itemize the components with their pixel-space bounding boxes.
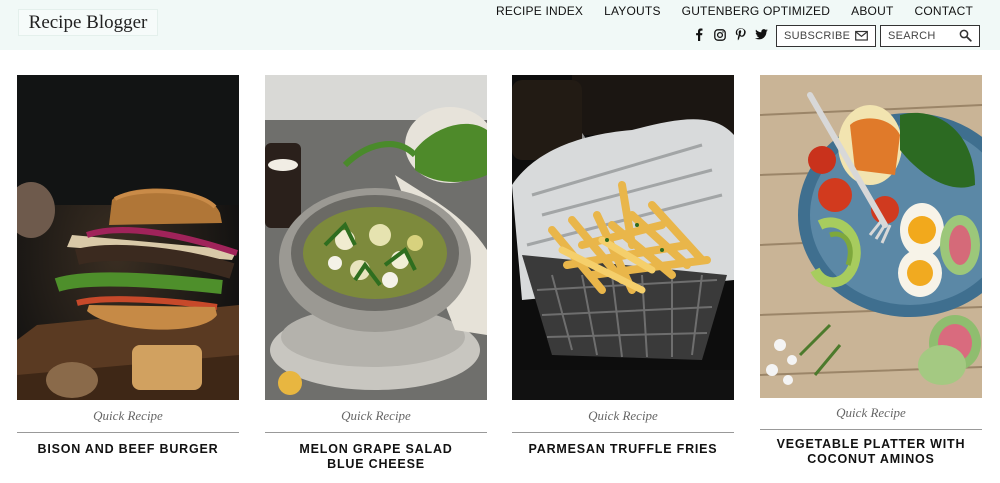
envelope-icon [855,29,868,42]
nav-layouts[interactable]: LAYOUTS [604,4,661,18]
recipe-category: Quick Recipe [836,405,906,420]
recipe-card: Quick Recipe MELON GRAPE SALAD BLUE CHEE… [265,75,487,472]
nav-contact[interactable]: CONTACT [914,4,973,18]
recipe-card: Quick Recipe PARMESAN TRUFFLE FRIES [512,75,734,457]
main-nav: RECIPE INDEX LAYOUTS GUTENBERG OPTIMIZED… [475,4,973,18]
recipe-category: Quick Recipe [93,408,163,423]
nav-about[interactable]: ABOUT [851,4,893,18]
recipe-image-burger[interactable] [17,75,239,400]
recipe-card: Quick Recipe VEGETABLE PLATTER WITH COCO… [760,75,982,467]
recipe-title[interactable]: VEGETABLE PLATTER WITH COCONUT AMINOS [760,437,982,467]
search-box [880,25,980,47]
recipe-title[interactable]: MELON GRAPE SALAD BLUE CHEESE [265,442,487,472]
subscribe-label: SUBSCRIBE [784,30,851,42]
recipe-card: Quick Recipe BISON AND BEEF BURGER [17,75,239,457]
site-header: Recipe Blogger RECIPE INDEX LAYOUTS GUTE… [0,0,1000,50]
nav-recipe-index[interactable]: RECIPE INDEX [496,4,583,18]
nav-gutenberg-optimized[interactable]: GUTENBERG OPTIMIZED [682,4,830,18]
search-icon[interactable] [959,29,972,42]
recipe-image-fries[interactable] [512,75,734,400]
search-input[interactable] [888,27,960,45]
instagram-icon[interactable] [713,28,726,41]
recipe-image-vegetable-platter[interactable] [760,75,982,398]
recipe-title[interactable]: BISON AND BEEF BURGER [17,442,239,457]
pinterest-icon[interactable] [734,28,747,41]
recipe-category: Quick Recipe [588,408,658,423]
site-logo[interactable]: Recipe Blogger [18,9,158,36]
divider [17,432,239,433]
twitter-icon[interactable] [755,28,768,41]
divider [512,432,734,433]
social-links [692,28,768,41]
divider [265,432,487,433]
facebook-icon[interactable] [692,28,705,41]
subscribe-button[interactable]: SUBSCRIBE [776,25,876,47]
recipe-image-salad[interactable] [265,75,487,400]
divider [760,429,982,430]
recipe-category: Quick Recipe [341,408,411,423]
recipe-title[interactable]: PARMESAN TRUFFLE FRIES [512,442,734,457]
